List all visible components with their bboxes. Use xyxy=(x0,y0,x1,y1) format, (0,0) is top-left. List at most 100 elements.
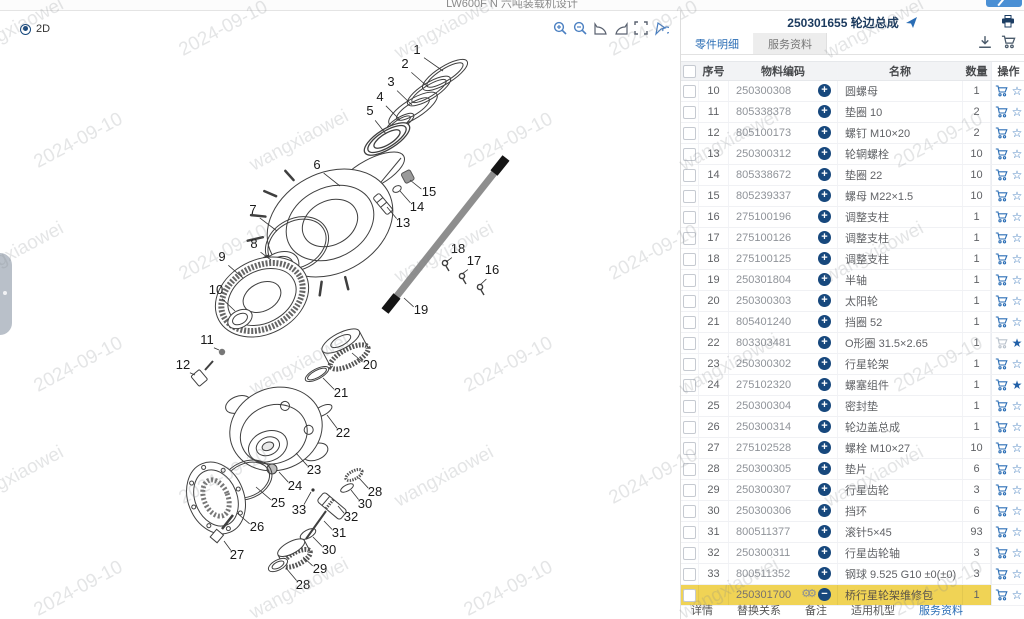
row-checkbox[interactable] xyxy=(683,484,696,497)
part-number-label[interactable]: 30 xyxy=(322,542,336,557)
row-checkbox[interactable] xyxy=(683,211,696,224)
row-checkbox[interactable] xyxy=(683,169,696,182)
part-number-label[interactable]: 16 xyxy=(485,262,499,277)
add-to-cart-icon[interactable] xyxy=(995,463,1008,475)
table-row[interactable]: 15805239337+螺母 M22×1.510☆ xyxy=(681,186,1024,207)
add-to-cart-icon[interactable] xyxy=(995,484,1008,496)
favorite-star-icon[interactable]: ★ xyxy=(1012,379,1023,391)
part-number-label[interactable]: 13 xyxy=(396,215,410,230)
table-row[interactable]: 23250300302+行星轮架1☆ xyxy=(681,354,1024,375)
part-number-label[interactable]: 27 xyxy=(230,547,244,562)
add-to-cart-icon[interactable] xyxy=(995,337,1008,349)
part-number-label[interactable]: 6 xyxy=(313,157,320,172)
part-number-label[interactable]: 14 xyxy=(410,199,424,214)
part-number-label[interactable]: 33 xyxy=(292,502,306,517)
table-row[interactable]: 12805100173+螺钉 M10×202☆ xyxy=(681,123,1024,144)
add-to-cart-icon[interactable] xyxy=(995,85,1008,97)
expand-plus-icon[interactable]: + xyxy=(818,378,831,391)
add-to-cart-icon[interactable] xyxy=(995,295,1008,307)
expand-plus-icon[interactable]: + xyxy=(818,567,831,580)
favorite-star-icon[interactable]: ★ xyxy=(1012,337,1023,349)
part-number-label[interactable]: 20 xyxy=(363,357,377,372)
add-to-cart-icon[interactable] xyxy=(995,274,1008,286)
table-row[interactable]: 31800511377+滚针5×4593☆ xyxy=(681,522,1024,543)
favorite-star-icon[interactable]: ☆ xyxy=(1012,295,1023,307)
row-checkbox[interactable] xyxy=(683,337,696,350)
table-row[interactable]: 27275102528+螺栓 M10×2710☆ xyxy=(681,438,1024,459)
table-row[interactable]: 10250300308+圆螺母1☆ xyxy=(681,81,1024,102)
row-checkbox[interactable] xyxy=(683,148,696,161)
add-to-cart-icon[interactable] xyxy=(995,379,1008,391)
row-checkbox[interactable] xyxy=(683,568,696,581)
expand-plus-icon[interactable]: + xyxy=(818,336,831,349)
table-row[interactable]: 22803303481+O形圈 31.5×2.651★ xyxy=(681,333,1024,354)
row-checkbox[interactable] xyxy=(683,379,696,392)
expand-plus-icon[interactable]: + xyxy=(818,168,831,181)
part-number-label[interactable]: 22 xyxy=(336,425,350,440)
expand-plus-icon[interactable]: + xyxy=(818,399,831,412)
expand-plus-icon[interactable]: + xyxy=(818,546,831,559)
floating-search-button[interactable] xyxy=(986,0,1022,7)
row-checkbox[interactable] xyxy=(683,463,696,476)
add-to-cart-icon[interactable] xyxy=(995,169,1008,181)
zoom-in-button[interactable] xyxy=(552,20,569,36)
select-all-checkbox[interactable] xyxy=(683,65,696,78)
expand-plus-icon[interactable]: + xyxy=(818,483,831,496)
part-number-label[interactable]: 29 xyxy=(313,561,327,576)
expand-plus-icon[interactable]: + xyxy=(818,252,831,265)
add-to-cart-icon[interactable] xyxy=(995,211,1008,223)
share-icon[interactable] xyxy=(905,16,918,29)
favorite-star-icon[interactable]: ☆ xyxy=(1012,463,1023,475)
fit-view-button[interactable] xyxy=(632,20,649,36)
cart-icon[interactable] xyxy=(1001,35,1016,49)
favorite-star-icon[interactable]: ☆ xyxy=(1012,190,1023,202)
tab-replacement[interactable]: 替换关系 xyxy=(737,602,781,618)
favorite-star-icon[interactable]: ☆ xyxy=(1012,85,1023,97)
tab-service-data[interactable]: 服务资料 xyxy=(919,602,963,618)
table-row[interactable]: 13250300312+轮辋螺栓10☆ xyxy=(681,144,1024,165)
add-to-cart-icon[interactable] xyxy=(995,421,1008,433)
table-row[interactable]: 20250300303+太阳轮1☆ xyxy=(681,291,1024,312)
table-row[interactable]: 26250300314+轮边盖总成1☆ xyxy=(681,417,1024,438)
download-icon[interactable] xyxy=(978,35,992,49)
expand-plus-icon[interactable]: + xyxy=(818,231,831,244)
favorite-star-icon[interactable]: ☆ xyxy=(1012,253,1023,265)
row-checkbox[interactable] xyxy=(683,505,696,518)
favorite-star-icon[interactable]: ☆ xyxy=(1012,547,1023,559)
part-number-label[interactable]: 18 xyxy=(451,241,465,256)
add-to-cart-icon[interactable] xyxy=(995,232,1008,244)
favorite-star-icon[interactable]: ☆ xyxy=(1012,316,1023,328)
row-checkbox[interactable] xyxy=(683,190,696,203)
expand-plus-icon[interactable]: + xyxy=(818,357,831,370)
row-checkbox[interactable] xyxy=(683,547,696,560)
rotate-right-icon[interactable] xyxy=(612,20,629,36)
favorite-star-icon[interactable]: ☆ xyxy=(1012,274,1023,286)
table-row[interactable]: 14805338672+垫圈 2210☆ xyxy=(681,165,1024,186)
part-number-label[interactable]: 8 xyxy=(250,236,257,251)
favorite-star-icon[interactable]: ☆ xyxy=(1012,442,1023,454)
add-to-cart-icon[interactable] xyxy=(995,358,1008,370)
table-row[interactable]: 25250300304+密封垫1☆ xyxy=(681,396,1024,417)
add-to-cart-icon[interactable] xyxy=(995,253,1008,265)
part-number-label[interactable]: 7 xyxy=(249,202,256,217)
expand-plus-icon[interactable]: + xyxy=(818,294,831,307)
table-row[interactable]: 21805401240+挡圈 521☆ xyxy=(681,312,1024,333)
favorite-star-icon[interactable]: ☆ xyxy=(1012,505,1023,517)
favorite-star-icon[interactable]: ☆ xyxy=(1012,358,1023,370)
expand-plus-icon[interactable]: + xyxy=(818,441,831,454)
diagram-canvas[interactable]: 1234561514137891018171619111220212223242… xyxy=(0,11,680,619)
row-checkbox[interactable] xyxy=(683,358,696,371)
expand-plus-icon[interactable]: + xyxy=(818,315,831,328)
expand-plus-icon[interactable]: + xyxy=(818,462,831,475)
tab-remarks[interactable]: 备注 xyxy=(805,602,827,618)
printer-icon[interactable] xyxy=(1001,15,1015,28)
reset-view-button[interactable] xyxy=(652,20,669,36)
expand-plus-icon[interactable]: + xyxy=(818,147,831,160)
favorite-star-icon[interactable]: ☆ xyxy=(1012,169,1023,181)
row-checkbox[interactable] xyxy=(683,295,696,308)
table-row[interactable]: 28250300305+垫片6☆ xyxy=(681,459,1024,480)
part-number-label[interactable]: 5 xyxy=(366,103,373,118)
table-row[interactable]: 19250301804+半轴1☆ xyxy=(681,270,1024,291)
zoom-out-button[interactable] xyxy=(572,20,589,36)
expand-plus-icon[interactable]: + xyxy=(818,189,831,202)
